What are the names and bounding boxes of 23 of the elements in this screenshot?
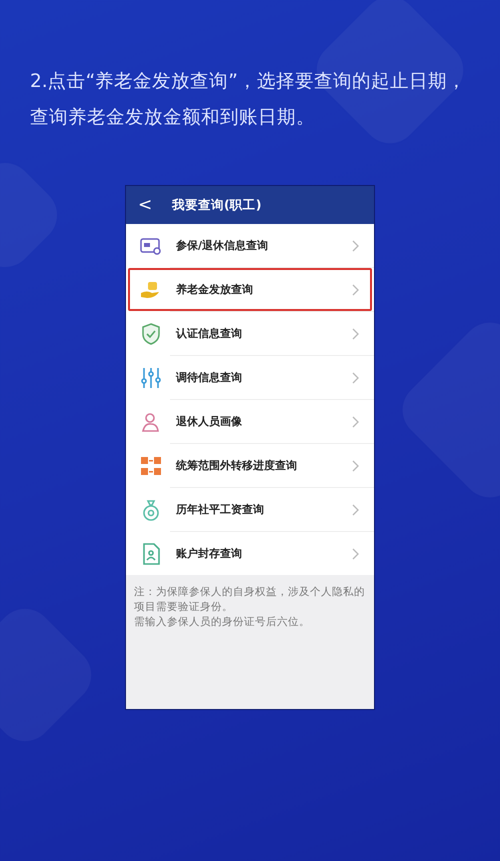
note-text: 注：为保障参保人的自身权益，涉及个人隐私的项目需要验证身份。 bbox=[134, 585, 366, 615]
chevron-icon bbox=[352, 284, 360, 296]
menu-item[interactable]: 调待信息查询 bbox=[128, 356, 372, 399]
sliders-icon bbox=[139, 366, 163, 390]
chevron-icon bbox=[352, 240, 360, 252]
note-text: 需输入参保人员的身份证号后六位。 bbox=[134, 615, 311, 630]
back-button[interactable]: < bbox=[126, 195, 172, 215]
menu-item[interactable]: 退休人员画像 bbox=[128, 400, 372, 443]
chevron-icon bbox=[352, 372, 360, 384]
menu-item[interactable]: 参保/退休信息查询 bbox=[128, 224, 372, 267]
screen-title: 我要查询(职工) bbox=[172, 196, 262, 214]
chevron-icon bbox=[352, 460, 360, 472]
menu-item[interactable]: 认证信息查询 bbox=[128, 312, 372, 355]
chevron-icon bbox=[352, 328, 360, 340]
menu-item[interactable]: 账户封存查询 bbox=[128, 532, 372, 575]
chevron-icon bbox=[352, 548, 360, 560]
menu-item[interactable]: 历年社平工资查询 bbox=[128, 488, 372, 531]
instruction-text: 查询养老金发放金额和到账日期。 bbox=[30, 106, 316, 130]
chevron-icon bbox=[352, 504, 360, 516]
chevron-icon bbox=[352, 416, 360, 428]
menu-item[interactable]: 养老金发放查询 bbox=[128, 268, 372, 311]
instruction-text: 2.点击“养老金发放查询”，选择要查询的起止日期， bbox=[30, 70, 466, 94]
menu-item[interactable]: 统筹范围外转移进度查询 bbox=[128, 444, 372, 487]
